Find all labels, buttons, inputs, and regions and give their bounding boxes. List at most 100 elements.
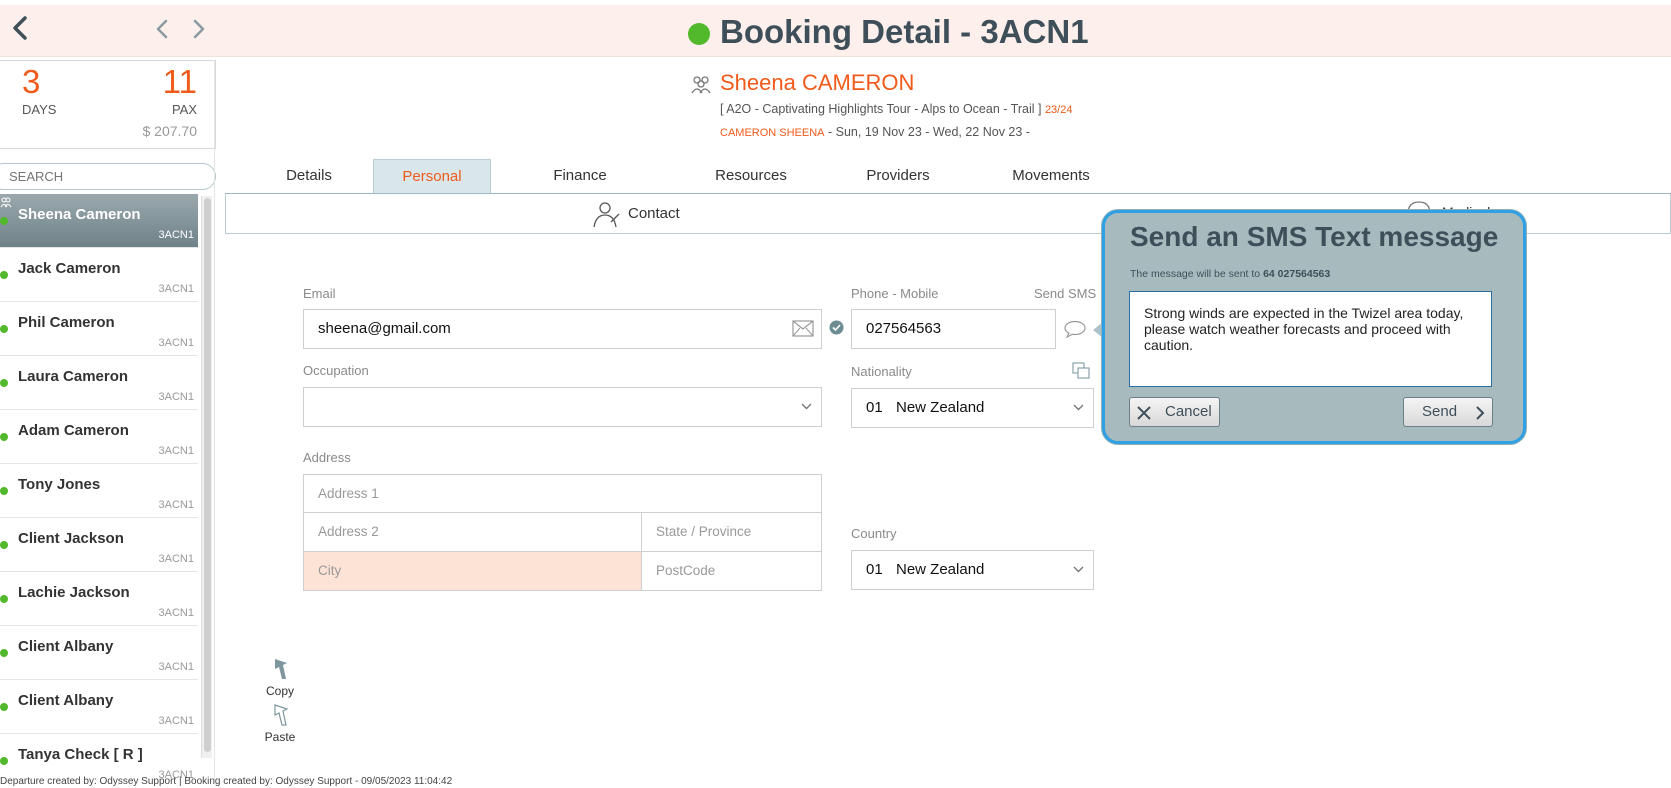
passenger-item[interactable]: Laura Cameron 3ACN1	[0, 356, 198, 410]
nationality-value: New Zealand	[896, 399, 985, 416]
nationality-select[interactable]: 01 New Zealand	[851, 388, 1094, 428]
date-range: - Sun, 19 Nov 23 - Wed, 22 Nov 23 -	[824, 125, 1030, 139]
passenger-item[interactable]: Client Albany 3ACN1	[0, 680, 198, 734]
passenger-item[interactable]: Client Albany 3ACN1	[0, 626, 198, 680]
address2-field[interactable]: Address 2	[303, 512, 642, 552]
contact-tab-label[interactable]: Contact	[628, 205, 680, 222]
email-label: Email	[303, 286, 336, 301]
chevron-down-icon	[1073, 404, 1084, 411]
sms-note-prefix: The message will be sent to	[1130, 268, 1261, 280]
phone-mobile-field[interactable]: 027564563	[851, 309, 1056, 349]
tab-resources[interactable]: Resources	[701, 159, 801, 193]
pax-label: PAX	[171, 102, 197, 117]
passenger-item[interactable]: Jack Cameron 3ACN1	[0, 248, 198, 302]
tour-name: [ A2O - Captivating Highlights Tour - Al…	[720, 102, 1042, 116]
passenger-code: 3ACN1	[158, 607, 194, 619]
booking-dates: CAMERON SHEENA - Sun, 19 Nov 23 - Wed, 2…	[720, 125, 1030, 139]
paste-label: Paste	[264, 730, 296, 744]
passenger-item[interactable]: Tony Jones 3ACN1	[0, 464, 198, 518]
speech-bubble-icon[interactable]	[1064, 320, 1086, 338]
next-booking-icon[interactable]	[187, 18, 209, 40]
copy-button[interactable]: Copy	[262, 657, 298, 699]
passenger-item[interactable]: Sheena Cameron 3ACN1	[0, 194, 198, 248]
booking-stats: 3 DAYS 11 PAX $ 207.70	[0, 60, 216, 149]
passenger-code: 3ACN1	[158, 661, 194, 673]
tab-providers[interactable]: Providers	[848, 159, 948, 193]
email-field[interactable]: sheena@gmail.com	[303, 309, 822, 349]
passenger-status-dot	[0, 433, 8, 441]
occupation-label: Occupation	[303, 363, 369, 378]
postcode-field[interactable]: PostCode	[641, 551, 822, 591]
sms-recipient-number: 64 027564563	[1263, 268, 1331, 280]
passenger-name: Client Albany	[18, 692, 114, 709]
passenger-code: 3ACN1	[158, 283, 194, 295]
page-title: Booking Detail - 3ACN1	[720, 13, 1089, 50]
scrollbar-thumb[interactable]	[204, 198, 211, 752]
cancel-button[interactable]: Cancel	[1129, 397, 1220, 427]
passenger-name: Lachie Jackson	[18, 584, 130, 601]
tab-finance[interactable]: Finance	[538, 159, 622, 193]
chevron-down-icon	[801, 403, 812, 410]
passenger-code: 3ACN1	[158, 499, 194, 511]
passenger-name: Adam Cameron	[18, 422, 129, 439]
passenger-name: Client Jackson	[18, 530, 124, 547]
passenger-item[interactable]: Phil Cameron 3ACN1	[0, 302, 198, 356]
passenger-status-dot	[0, 703, 8, 711]
copy-arrow-icon	[275, 659, 287, 679]
tab-personal[interactable]: Personal	[373, 159, 491, 193]
nationality-code: 01	[866, 399, 883, 416]
tour-count: 23/24	[1044, 104, 1073, 116]
nationality-label: Nationality	[851, 364, 912, 379]
passenger-item[interactable]: Tanya Check [ R ] 3ACN1	[0, 734, 198, 778]
client-name: Sheena CAMERON	[720, 70, 915, 95]
paste-arrow-icon	[274, 704, 289, 726]
passenger-item[interactable]: Lachie Jackson 3ACN1	[0, 572, 198, 626]
passenger-status-dot	[0, 487, 8, 495]
passenger-code: 3ACN1	[158, 715, 194, 727]
sms-dialog-title: Send an SMS Text message	[1130, 221, 1499, 252]
passenger-name: Laura Cameron	[18, 368, 129, 385]
passenger-name: Jack Cameron	[18, 260, 121, 277]
booking-reference: CAMERON SHEENA	[720, 127, 825, 139]
close-icon	[1137, 406, 1151, 420]
passenger-status-dot	[0, 379, 8, 387]
passenger-status-dot	[0, 217, 8, 225]
previous-booking-icon[interactable]	[152, 18, 174, 40]
passenger-search-input[interactable]	[0, 163, 216, 190]
cancel-label: Cancel	[1165, 403, 1212, 420]
sms-dialog: Send an SMS Text message The message wil…	[1102, 210, 1526, 444]
passenger-name: Client Albany	[18, 638, 114, 655]
address-label: Address	[303, 450, 351, 465]
passenger-name: Tanya Check [ R ]	[18, 746, 143, 763]
tab-details[interactable]: Details	[262, 159, 356, 193]
passenger-status-dot	[0, 649, 8, 657]
passenger-status-dot	[0, 757, 8, 765]
passenger-item[interactable]: Client Jackson 3ACN1	[0, 518, 198, 572]
city-field[interactable]: City	[303, 551, 642, 591]
occupation-select[interactable]	[303, 387, 822, 427]
passenger-list-scrollbar[interactable]	[201, 196, 212, 758]
country-select[interactable]: 01 New Zealand	[851, 550, 1094, 590]
passenger-status-dot	[0, 541, 8, 549]
contact-icon[interactable]	[591, 200, 621, 228]
passenger-status-dot	[0, 271, 8, 279]
sms-message-input[interactable]: Strong winds are expected in the Twizel …	[1129, 291, 1492, 387]
chevron-right-icon	[1476, 406, 1485, 420]
passenger-item[interactable]: Adam Cameron 3ACN1	[0, 410, 198, 464]
mail-icon[interactable]	[792, 320, 814, 337]
address1-field[interactable]: Address 1	[303, 474, 822, 514]
state-province-field[interactable]: State / Province	[641, 512, 822, 552]
passenger-code: 3ACN1	[158, 445, 194, 457]
tab-movements[interactable]: Movements	[994, 159, 1108, 193]
phone-mobile-label: Phone - Mobile	[851, 286, 939, 301]
back-chevron-icon[interactable]	[6, 14, 34, 42]
passenger-status-dot	[0, 325, 8, 333]
copy-icon[interactable]	[1072, 362, 1090, 379]
paste-button[interactable]: Paste	[262, 703, 298, 745]
audit-footer: Departure created by: Odyssey Support | …	[0, 776, 453, 787]
booking-status-dot	[688, 23, 710, 45]
send-button[interactable]: Send	[1403, 397, 1493, 427]
days-count: 3	[22, 63, 41, 100]
country-label: Country	[851, 526, 897, 541]
group-icon	[691, 76, 711, 94]
